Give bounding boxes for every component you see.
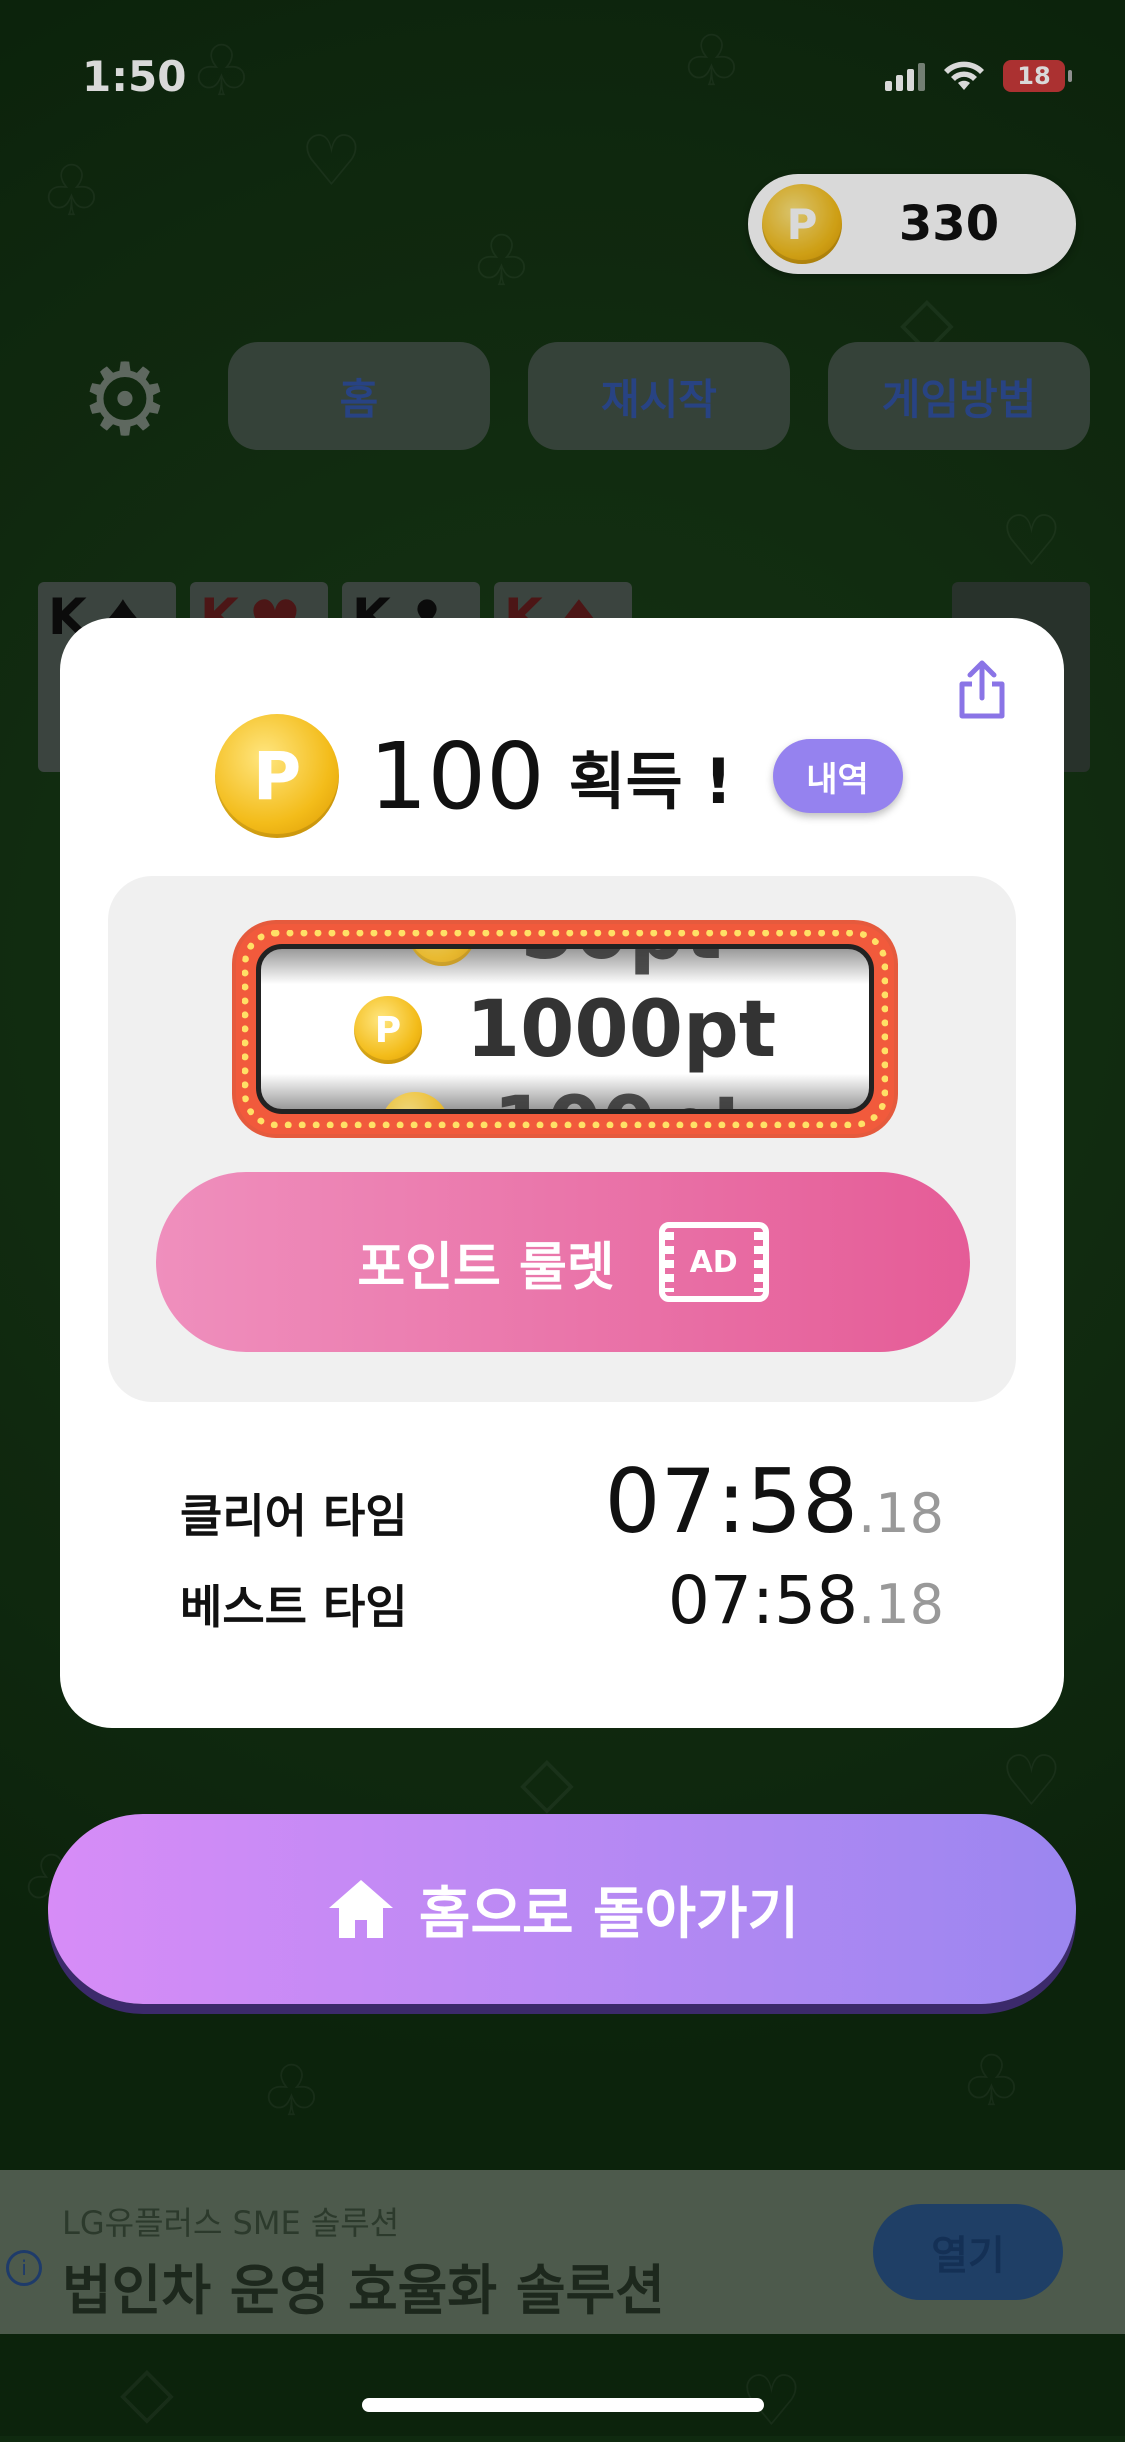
reward-row: P 100 획득 ! 내역 [215, 714, 903, 838]
roulette-slot: P 50pt P 1000pt P 100pt [236, 924, 894, 1134]
point-coin-icon: P [381, 1092, 450, 1109]
clear-time-label: 클리어 타임 [180, 1489, 408, 1543]
house-icon [328, 1880, 393, 1938]
ad-banner[interactable]: i LG유플러스 SME 솔루션 법인차 운영 효율화 솔루션 열기 [0, 2170, 1125, 2334]
slot-item: P 50pt [261, 949, 869, 977]
back-to-home-button[interactable]: 홈으로 돌아가기 [48, 1814, 1076, 2004]
reward-suffix: 획득 ! [568, 745, 733, 818]
reward-amount: 100 [369, 722, 545, 830]
ad-video-icon: AD [658, 1222, 769, 1302]
point-coin-icon: P [353, 996, 422, 1064]
ad-advertiser: LG유플러스 SME 솔루션 [62, 2204, 400, 2242]
ad-headline: 법인차 운영 효율화 솔루션 [62, 2259, 665, 2322]
roulette-panel: P 50pt P 1000pt P 100pt 포인트 룰렛 AD [108, 876, 1016, 1402]
result-modal: P 100 획득 ! 내역 P 50pt P 1000pt P 100pt [60, 618, 1064, 1728]
info-icon[interactable]: i [6, 2250, 42, 2286]
home-indicator[interactable] [362, 2398, 764, 2412]
slot-window: P 50pt P 1000pt P 100pt [256, 944, 874, 1114]
point-roulette-button[interactable]: 포인트 룰렛 AD [156, 1172, 970, 1352]
slot-item: P 100pt [261, 1081, 869, 1109]
best-time-label: 베스트 타임 [180, 1580, 408, 1634]
back-to-home-label: 홈으로 돌아가기 [418, 1881, 800, 1947]
point-coin-icon: P [215, 714, 339, 838]
history-button[interactable]: 내역 [772, 739, 903, 813]
clear-time-row: 클리어 타임 07:58.18 [180, 1450, 944, 1553]
best-time-row: 베스트 타임 07:58.18 [180, 1562, 944, 1639]
share-icon[interactable] [950, 658, 1014, 722]
point-coin-icon: P [408, 949, 477, 966]
best-time-value: 07:58.18 [667, 1562, 944, 1639]
clear-time-value: 07:58.18 [604, 1450, 945, 1553]
point-roulette-label: 포인트 룰렛 [357, 1237, 615, 1298]
slot-item-selected: P 1000pt [261, 985, 869, 1075]
ad-open-button[interactable]: 열기 [873, 2204, 1063, 2300]
